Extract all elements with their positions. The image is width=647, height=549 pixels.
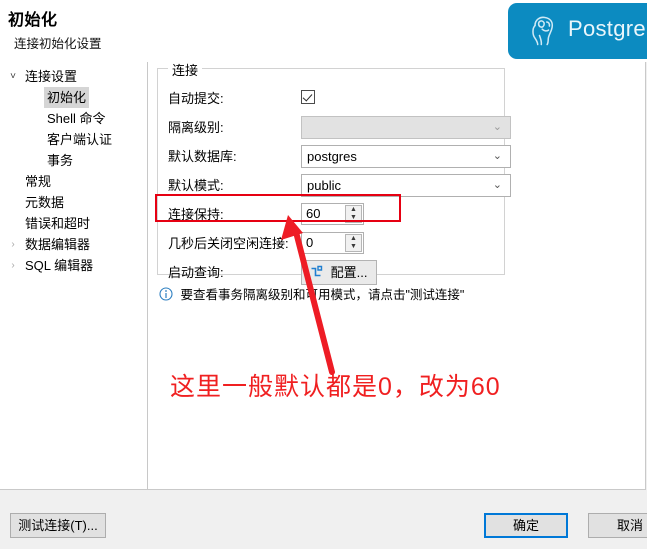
- default-database-value: postgres: [307, 149, 357, 164]
- tree-item-client-auth[interactable]: 客户端认证: [0, 129, 147, 150]
- dialog-body: ˅ 连接设置 初始化 Shell 命令 客户端认证 事务 常规 元数据 错误和超…: [0, 60, 646, 490]
- chevron-down-icon: ⌄: [492, 179, 502, 191]
- groupbox-title: 连接: [168, 60, 203, 79]
- configure-button[interactable]: 配置...: [301, 260, 378, 285]
- field-label: 启动查询:: [168, 265, 224, 280]
- tree-item-label: SQL 编辑器: [25, 258, 94, 273]
- settings-tree[interactable]: ˅ 连接设置 初始化 Shell 命令 客户端认证 事务 常规 元数据 错误和超…: [0, 62, 148, 489]
- cancel-button[interactable]: 取消: [588, 513, 647, 538]
- field-label: 默认模式:: [168, 178, 224, 193]
- default-schema-value: public: [307, 178, 341, 193]
- field-label: 默认数据库:: [168, 149, 237, 164]
- field-label: 自动提交:: [168, 91, 224, 106]
- field-autocommit: 自动提交:: [168, 87, 498, 111]
- spinner-up-icon[interactable]: ▲: [346, 235, 361, 243]
- spinner-up-icon[interactable]: ▲: [346, 206, 361, 214]
- info-note: 要查看事务隔离级别和可用模式，请点击"测试连接": [159, 284, 464, 303]
- configure-icon: [311, 265, 323, 277]
- connection-groupbox: 连接 自动提交: 隔离级别: ⌄ 默认数据库: postgres ⌄ 默认模式:…: [157, 60, 511, 285]
- ok-button[interactable]: 确定: [484, 513, 568, 538]
- field-bootstrap-queries: 启动查询: 配置...: [168, 260, 498, 285]
- keep-alive-spin-buttons[interactable]: ▲ ▼: [345, 205, 362, 223]
- default-database-select[interactable]: postgres ⌄: [301, 145, 511, 168]
- tree-item-label: 事务: [47, 153, 74, 168]
- page-title: 初始化: [8, 12, 58, 29]
- spinner-down-icon[interactable]: ▼: [346, 214, 361, 222]
- field-default-database: 默认数据库: postgres ⌄: [168, 145, 511, 169]
- tree-item-label: 客户端认证: [47, 132, 113, 147]
- tree-item-general[interactable]: 常规: [0, 171, 147, 192]
- tree-item-shell-commands[interactable]: Shell 命令: [0, 108, 147, 129]
- dialog-header: 初始化 连接初始化设置 PostgreS: [0, 0, 647, 62]
- field-close-idle-connections: 几秒后关闭空闲连接: 0 ▲ ▼: [168, 232, 498, 256]
- autocommit-checkbox[interactable]: [301, 90, 315, 104]
- postgresql-brand-banner: PostgreS: [508, 3, 647, 59]
- tree-item-sql-editor[interactable]: › SQL 编辑器: [0, 255, 147, 276]
- info-icon: [159, 287, 173, 301]
- chevron-down-icon: ⌄: [492, 150, 502, 162]
- tree-item-connection-settings[interactable]: ˅ 连接设置: [0, 66, 147, 87]
- close-idle-value: 0: [306, 235, 314, 250]
- field-default-schema: 默认模式: public ⌄: [168, 174, 511, 198]
- info-note-text: 要查看事务隔离级别和可用模式，请点击"测试连接": [180, 288, 465, 302]
- brand-label: PostgreS: [568, 16, 647, 41]
- keep-alive-value: 60: [306, 206, 321, 221]
- tree-item-errors-timeouts[interactable]: 错误和超时: [0, 213, 147, 234]
- tree-item-metadata[interactable]: 元数据: [0, 192, 147, 213]
- chevron-right-icon[interactable]: ›: [6, 234, 20, 255]
- chevron-right-icon[interactable]: ›: [6, 255, 20, 276]
- tree-item-label: 初始化: [44, 87, 90, 108]
- tree-item-label: 常规: [25, 174, 52, 189]
- tree-item-initialization[interactable]: 初始化: [0, 87, 147, 108]
- dialog-footer: 测试连接(T)... 确定 取消: [0, 490, 647, 549]
- tree-item-label: 错误和超时: [25, 216, 91, 231]
- isolation-level-select[interactable]: ⌄: [301, 116, 511, 139]
- postgresql-elephant-icon: [532, 16, 554, 46]
- chevron-down-icon: ⌄: [492, 121, 502, 133]
- annotation-text: 这里一般默认都是0，改为60: [170, 373, 501, 401]
- tree-item-data-editor[interactable]: › 数据编辑器: [0, 234, 147, 255]
- tree-item-label: 连接设置: [25, 69, 78, 84]
- field-keep-alive: 连接保持: 60 ▲ ▼: [168, 203, 498, 227]
- field-label: 隔离级别:: [168, 120, 224, 135]
- field-label: 连接保持:: [168, 207, 224, 222]
- field-label: 几秒后关闭空闲连接:: [168, 236, 289, 251]
- field-isolation-level: 隔离级别: ⌄: [168, 116, 511, 140]
- default-schema-select[interactable]: public ⌄: [301, 174, 511, 197]
- settings-content: 连接 自动提交: 隔离级别: ⌄ 默认数据库: postgres ⌄ 默认模式:…: [149, 60, 645, 489]
- dialog-window: 初始化 连接初始化设置 PostgreS ˅ 连接设置: [0, 0, 647, 549]
- test-connection-button[interactable]: 测试连接(T)...: [10, 513, 106, 538]
- tree-item-transactions[interactable]: 事务: [0, 150, 147, 171]
- keep-alive-stepper[interactable]: 60 ▲ ▼: [301, 203, 364, 225]
- close-idle-stepper[interactable]: 0 ▲ ▼: [301, 232, 364, 254]
- page-subtitle: 连接初始化设置: [14, 37, 102, 51]
- configure-button-label: 配置...: [330, 265, 368, 280]
- chevron-down-icon[interactable]: ˅: [6, 66, 20, 87]
- tree-item-label: Shell 命令: [47, 111, 106, 126]
- spinner-down-icon[interactable]: ▼: [346, 243, 361, 251]
- close-idle-spin-buttons[interactable]: ▲ ▼: [345, 234, 362, 252]
- tree-item-label: 数据编辑器: [25, 237, 91, 252]
- tree-item-label: 元数据: [25, 195, 65, 210]
